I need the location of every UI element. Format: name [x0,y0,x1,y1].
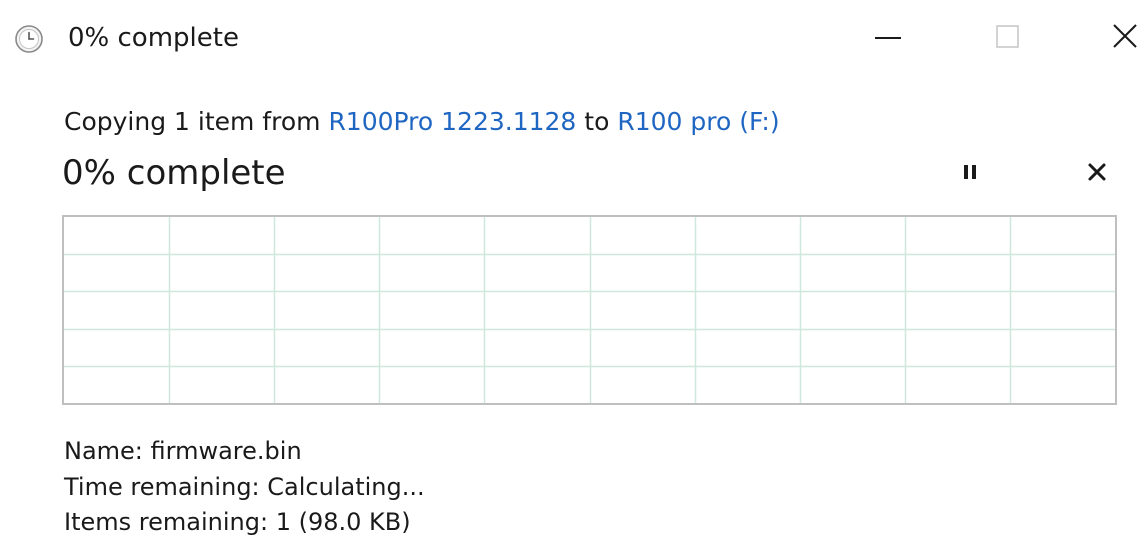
pause-icon [958,160,982,188]
copy-description: Copying 1 item from R100Pro 1223.1128 to… [64,104,780,140]
clock-icon [14,24,44,54]
close-button[interactable] [1090,10,1139,66]
time-remaining-value: Calculating... [267,473,425,501]
maximize-icon [993,21,1023,55]
progress-label: 0% complete [62,153,286,193]
items-remaining-value: 1 (98.0 KB) [275,508,411,536]
detail-time-row: Time remaining: Calculating... [64,470,425,504]
time-remaining-label: Time remaining: [64,473,260,501]
cancel-icon [1085,160,1109,188]
source-link[interactable]: R100Pro 1223.1128 [328,107,576,136]
detail-name-row: Name: firmware.bin [64,434,302,468]
cancel-button[interactable] [1077,156,1117,192]
graph-grid [64,217,1115,403]
items-remaining-label: Items remaining: [64,508,269,536]
close-icon [1110,21,1139,55]
name-label: Name: [64,437,143,465]
copy-progress-window: 0% complete Copying 1 item from R100Pro … [0,0,1139,541]
minimize-button[interactable] [853,10,923,66]
minimize-icon [873,21,903,55]
maximize-button[interactable] [973,10,1043,66]
copy-to-word: to [584,107,610,136]
detail-items-row: Items remaining: 1 (98.0 KB) [64,505,411,539]
destination-link[interactable]: R100 pro (F:) [617,107,779,136]
window-title: 0% complete [68,23,239,53]
title-bar[interactable]: 0% complete [0,0,1139,80]
transfer-speed-graph [62,215,1117,405]
pause-button[interactable] [950,156,990,192]
name-value: firmware.bin [150,437,302,465]
copy-prefix: Copying 1 item from [64,107,321,136]
